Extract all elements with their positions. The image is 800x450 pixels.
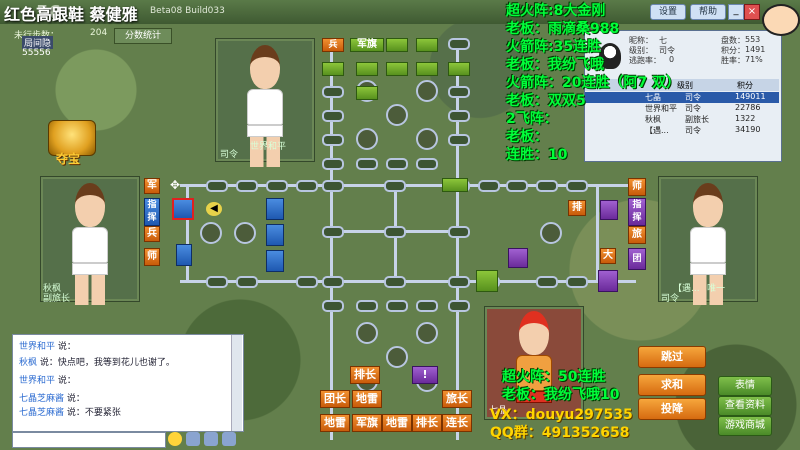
player-right-extra: 唯一 xyxy=(707,284,726,294)
chat-line: 七晶芝麻酱 说：不要紧张 xyxy=(19,408,121,418)
top-piece[interactable] xyxy=(322,62,344,76)
game-store-button[interactable]: 游戏商城 xyxy=(718,416,772,436)
bottom-piece-mine[interactable]: 地雷 xyxy=(352,390,382,408)
chat-scrollbar[interactable] xyxy=(231,335,242,431)
settings-tool-icon[interactable] xyxy=(204,432,218,446)
bottom-piece-regiment[interactable]: 团长 xyxy=(320,390,350,408)
emoji-button[interactable]: 表情 xyxy=(718,376,772,396)
top-piece[interactable] xyxy=(416,38,438,52)
chat-input[interactable] xyxy=(12,432,166,448)
escape-value: 0 xyxy=(669,55,675,64)
chat-line: 秋枫 说：快点吧，我等到花儿也谢了。 xyxy=(19,358,175,368)
row-rank: 司令 xyxy=(685,126,701,135)
right-piece-row[interactable]: 排 xyxy=(568,200,586,216)
right-piece-regiment[interactable]: 团 xyxy=(628,248,646,270)
row-rank: 司令 xyxy=(685,93,701,102)
draw-request-button[interactable]: 求和 xyxy=(638,374,706,396)
arrow-left-icon: ◀ xyxy=(206,202,222,216)
title-overlay: 红色高跟鞋 蔡健雅 xyxy=(4,5,138,24)
bottom-piece-flag[interactable]: 军旗 xyxy=(352,414,382,432)
row-rank: 副旅长 xyxy=(685,115,709,124)
row-score: 149011 xyxy=(735,92,766,101)
chat-line: 七晶芝麻酱 说： xyxy=(19,394,85,404)
overlay-bottom-line-2: 老板：我纷飞哦10 xyxy=(502,387,620,403)
right-piece[interactable] xyxy=(600,200,618,220)
row-score: 22786 xyxy=(735,103,761,112)
help-button[interactable]: 帮助 xyxy=(690,4,726,20)
bottom-piece-company[interactable]: 连长 xyxy=(442,414,472,432)
skip-button[interactable]: 跳过 xyxy=(638,346,706,368)
right-piece[interactable] xyxy=(508,248,528,268)
bottom-piece-platoon[interactable]: 排长 xyxy=(350,366,380,384)
left-piece-army[interactable]: 军 xyxy=(144,178,160,194)
bottom-piece-brigade[interactable]: 旅长 xyxy=(442,390,472,408)
row-score: 1322 xyxy=(735,114,756,123)
top-piece[interactable] xyxy=(416,62,438,76)
right-piece-division[interactable]: 师 xyxy=(628,178,646,196)
top-piece[interactable] xyxy=(448,62,470,76)
vx-contact: VX：douyu297535 xyxy=(490,407,633,423)
close-button[interactable]: × xyxy=(744,4,760,20)
left-piece[interactable] xyxy=(266,224,284,246)
room-number: 55556 xyxy=(22,48,51,58)
right-piece-command[interactable]: 指挥 xyxy=(628,198,646,226)
chat-panel: 世界和平 说： 秋枫 说：快点吧，我等到花儿也谢了。 世界和平 说： 七晶芝麻酱… xyxy=(12,334,244,432)
top-piece[interactable] xyxy=(356,86,378,100)
top-piece[interactable] xyxy=(442,178,468,192)
bottom-piece-mine[interactable]: 地雷 xyxy=(320,414,350,432)
player-right-rank: 司令 xyxy=(661,294,680,304)
left-piece[interactable] xyxy=(266,198,284,220)
overlay-bottom-line-1: 超火阵：50连胜 xyxy=(502,369,606,385)
left-piece[interactable] xyxy=(176,244,192,266)
surrender-button[interactable]: 投降 xyxy=(638,398,706,420)
top-piece[interactable] xyxy=(386,62,408,76)
move-cursor-icon: ✥ xyxy=(169,178,181,192)
step-count: 204 xyxy=(90,28,108,38)
view-profile-button[interactable]: 查看资料 xyxy=(718,396,772,416)
left-piece[interactable] xyxy=(172,198,194,220)
chat-line: 世界和平 说： xyxy=(19,342,76,352)
player-left-rank: 副旅长 xyxy=(43,294,71,304)
chat-line: 世界和平 说： xyxy=(19,376,76,386)
cartoon-avatar-icon xyxy=(762,4,800,36)
right-piece-brigade[interactable]: 旅 xyxy=(628,226,646,244)
score-value: 1491 xyxy=(745,45,766,54)
left-piece[interactable] xyxy=(266,250,284,272)
send-icon[interactable] xyxy=(222,432,236,446)
center-piece[interactable] xyxy=(476,270,498,292)
qq-contact: QQ群：491352658 xyxy=(490,425,630,441)
games-value: 553 xyxy=(745,35,761,44)
bottom-piece-mark[interactable]: ! xyxy=(412,366,438,384)
top-piece[interactable] xyxy=(356,62,378,76)
player-avatar-left xyxy=(72,183,108,305)
player-panel-right: 【遇... 唯一 司令 xyxy=(658,176,758,305)
title-version: Beta08 Build033 xyxy=(150,6,225,16)
win-label: 胜率： xyxy=(721,56,745,65)
left-piece-soldier[interactable]: 兵 xyxy=(144,226,160,242)
col-score: 积分 xyxy=(737,81,753,90)
overlay-line-1: 超火阵:8大金刚 xyxy=(506,3,606,19)
row-score: 34190 xyxy=(735,125,761,134)
player-panel-left: 秋枫 副旅长 xyxy=(40,176,140,305)
bottom-piece-mine[interactable]: 地雷 xyxy=(382,414,412,432)
font-icon[interactable] xyxy=(186,432,200,446)
bottom-piece-platoon[interactable]: 排长 xyxy=(412,414,442,432)
top-piece-flag[interactable]: 军旗 xyxy=(350,38,384,52)
top-piece-soldier[interactable]: 兵 xyxy=(322,38,344,52)
win-value: 71% xyxy=(745,55,763,64)
right-piece[interactable] xyxy=(598,270,618,292)
left-piece-command[interactable]: 指挥 xyxy=(144,198,160,226)
settings-button[interactable]: 设置 xyxy=(650,4,686,20)
row-rank: 司令 xyxy=(685,104,701,113)
left-piece-division[interactable]: 师 xyxy=(144,248,160,266)
treasure-label: 夺宝 xyxy=(56,152,81,166)
top-piece[interactable] xyxy=(386,38,408,52)
minimize-button[interactable]: _ xyxy=(728,4,744,20)
right-piece-big[interactable]: 大 xyxy=(600,248,616,264)
emoji-icon[interactable] xyxy=(168,432,182,446)
